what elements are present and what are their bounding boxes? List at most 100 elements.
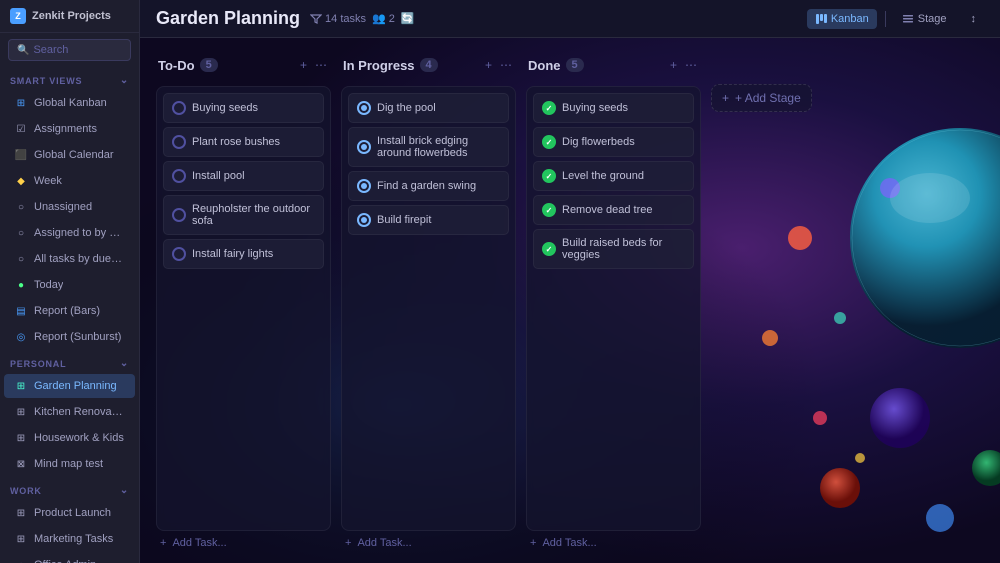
add-task-icon: + [345,537,351,549]
add-task-row[interactable]: + Add Task... [156,531,331,551]
task-label: Reupholster the outdoor sofa [192,203,315,227]
sidebar-item-unassigned[interactable]: ○ Unassigned [4,195,135,219]
table-row[interactable]: Install brick edging around flowerbeds [348,127,509,167]
task-label: Remove dead tree [562,204,653,216]
sidebar-item-kitchen-renovation[interactable]: ⊞ Kitchen Renovation [4,400,135,424]
stage-view-button[interactable]: Stage [894,9,955,29]
sidebar-item-housework-kids[interactable]: ⊞ Housework & Kids [4,426,135,450]
collapse-personal-icon[interactable]: ⌄ [120,358,129,369]
sidebar-item-global-calendar[interactable]: ⬛ Global Calendar [4,143,135,167]
filter-icon [310,13,322,25]
table-row[interactable]: Build firepit [348,205,509,235]
table-row[interactable]: Buying seeds [533,93,694,123]
search-bar[interactable]: 🔍 [8,39,131,61]
unassigned-icon: ○ [14,200,28,214]
sidebar-item-week[interactable]: ◆ Week [4,169,135,193]
housework-icon: ⊞ [14,431,28,445]
kanban-view-button[interactable]: Kanban [807,9,877,29]
office-icon: ○ [14,558,28,563]
task-label: Dig flowerbeds [562,136,635,148]
table-row[interactable]: Buying seeds [163,93,324,123]
sidebar-item-mind-map[interactable]: ⊠ Mind map test [4,452,135,476]
all-tasks-icon: ○ [14,252,28,266]
task-status-circle [542,242,556,256]
table-row[interactable]: Build raised beds for veggies [533,229,694,269]
sidebar-item-product-launch[interactable]: ⊞ Product Launch [4,501,135,525]
smart-views-header: SMART VIEWS ⌄ [0,67,139,90]
in-progress-column-actions: + ⋯ [483,56,514,74]
task-label: Find a garden swing [377,180,476,192]
table-row[interactable]: Find a garden swing [348,171,509,201]
todo-column-actions: + ⋯ [298,56,329,74]
person-count-badge[interactable]: 👥 2 [372,12,395,25]
sidebar-item-assigned-due-date[interactable]: ○ Assigned to by Due Date [4,221,135,245]
add-stage-button[interactable]: + + Add Stage [711,84,812,112]
add-task-label: Add Task... [357,537,411,549]
sidebar-item-marketing-tasks[interactable]: ⊞ Marketing Tasks [4,527,135,551]
table-row[interactable]: Reupholster the outdoor sofa [163,195,324,235]
add-task-row-done[interactable]: + Add Task... [526,531,701,551]
sidebar-item-all-tasks[interactable]: ○ All tasks by due date w/o completed [4,247,135,271]
today-icon: ● [14,278,28,292]
sidebar-item-today[interactable]: ● Today [4,273,135,297]
in-progress-add-button[interactable]: + [483,56,494,74]
add-task-icon: + [160,537,166,549]
sort-button[interactable]: ↕ [963,9,985,29]
table-row[interactable]: Install pool [163,161,324,191]
main-content: Garden Planning 14 tasks 👥 2 🔄 Kanban [140,0,1000,563]
todo-add-button[interactable]: + [298,56,309,74]
search-input[interactable] [33,44,122,56]
add-task-label: Add Task... [542,537,596,549]
task-label: Install fairy lights [192,248,273,260]
add-stage-icon: + [722,91,729,105]
filter-badge[interactable]: 14 tasks [310,13,366,25]
done-column-actions: + ⋯ [668,56,699,74]
collapse-smart-views-icon[interactable]: ⌄ [120,75,129,86]
done-menu-button[interactable]: ⋯ [683,56,699,74]
in-progress-menu-button[interactable]: ⋯ [498,56,514,74]
kanban-view-icon [815,13,827,25]
task-status-circle [542,203,556,217]
add-task-row-inprogress[interactable]: + Add Task... [341,531,516,551]
add-task-label: Add Task... [172,537,226,549]
sidebar-item-report-sunburst[interactable]: ◎ Report (Sunburst) [4,325,135,349]
table-row[interactable]: Remove dead tree [533,195,694,225]
task-status-circle [172,208,186,222]
sidebar-item-office-admin[interactable]: ○ Office Admin [4,553,135,563]
task-status-circle [542,135,556,149]
garden-icon: ⊞ [14,379,28,393]
in-progress-column-body: Dig the pool Install brick edging around… [341,86,516,531]
task-label: Plant rose bushes [192,136,280,148]
todo-count: 5 [200,58,218,72]
kitchen-icon: ⊞ [14,405,28,419]
sidebar-item-garden-planning[interactable]: ⊞ Garden Planning [4,374,135,398]
search-icon: 🔍 [17,45,29,56]
stage-view-icon [902,13,914,25]
todo-menu-button[interactable]: ⋯ [313,56,329,74]
table-row[interactable]: Plant rose bushes [163,127,324,157]
table-row[interactable]: Install fairy lights [163,239,324,269]
table-row[interactable]: Dig the pool [348,93,509,123]
done-column-title: Done 5 [528,58,584,73]
sidebar-item-report-bars[interactable]: ▤ Report (Bars) [4,299,135,323]
table-row[interactable]: Dig flowerbeds [533,127,694,157]
kanban-icon: ⊞ [14,96,28,110]
column-todo: To-Do 5 + ⋯ Buying seeds Plant rose bush… [156,50,331,551]
todo-column-header: To-Do 5 + ⋯ [156,50,331,80]
task-status-circle [542,169,556,183]
table-row[interactable]: Level the ground [533,161,694,191]
task-status-circle [172,135,186,149]
done-add-button[interactable]: + [668,56,679,74]
task-status-circle [172,169,186,183]
work-header: WORK ⌄ [0,477,139,500]
todo-column-title: To-Do 5 [158,58,218,73]
task-status-circle [172,247,186,261]
task-label: Build raised beds for veggies [562,237,685,261]
main-header: Garden Planning 14 tasks 👥 2 🔄 Kanban [140,0,1000,38]
refresh-badge[interactable]: 🔄 [401,12,415,25]
sidebar-item-assignments[interactable]: ☑ Assignments [4,117,135,141]
sidebar-item-global-kanban[interactable]: ⊞ Global Kanban [4,91,135,115]
task-label: Level the ground [562,170,644,182]
collapse-work-icon[interactable]: ⌄ [120,485,129,496]
in-progress-column-title: In Progress 4 [343,58,438,73]
